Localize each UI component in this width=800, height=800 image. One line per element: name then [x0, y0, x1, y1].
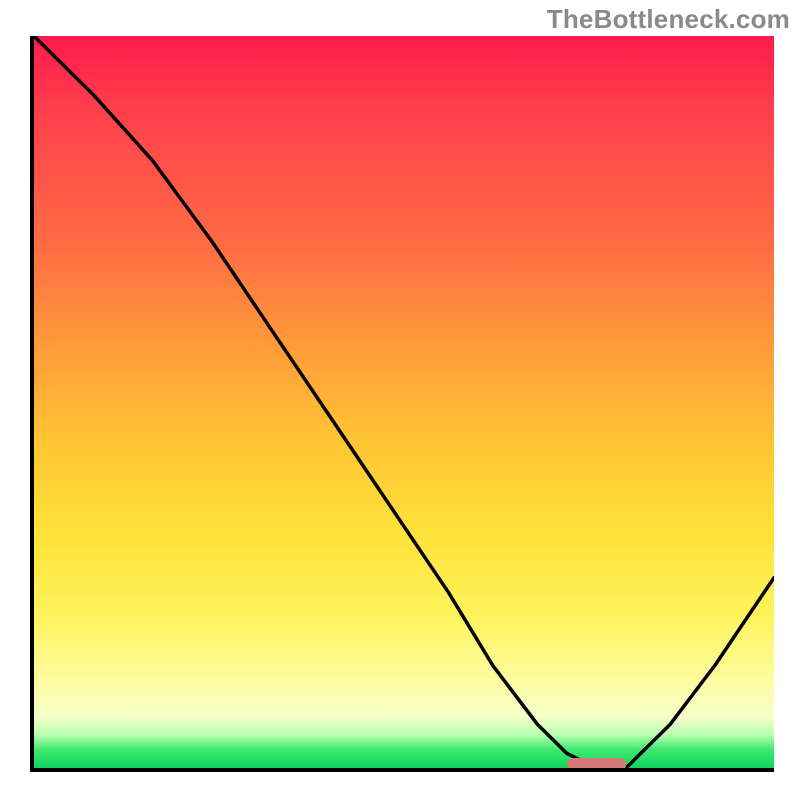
plot-area	[30, 36, 774, 772]
bottleneck-curve	[34, 36, 774, 768]
optimal-marker	[567, 758, 626, 772]
watermark-text: TheBottleneck.com	[547, 4, 790, 35]
